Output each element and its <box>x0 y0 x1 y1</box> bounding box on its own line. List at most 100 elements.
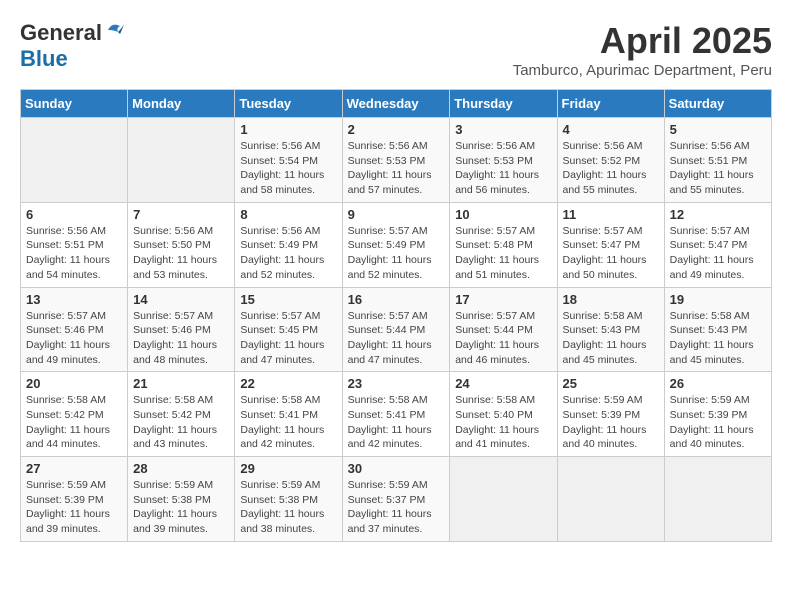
day-number: 28 <box>133 461 229 476</box>
day-number: 3 <box>455 122 551 137</box>
calendar-day-cell: 16 Sunrise: 5:57 AM Sunset: 5:44 PM Dayli… <box>342 287 450 372</box>
calendar-day-cell: 1Sunrise: 5:56 AM Sunset: 5:54 PM Daylig… <box>235 118 342 203</box>
day-info: Sunrise: 5:56 AM Sunset: 5:53 PM Dayligh… <box>348 139 445 198</box>
weekday-header-monday: Monday <box>128 90 235 118</box>
weekday-header-wednesday: Wednesday <box>342 90 450 118</box>
day-info: Sunrise: 5:57 AM Sunset: 5:45 PM Dayligh… <box>240 309 336 368</box>
day-info: Sunrise: 5:56 AM Sunset: 5:49 PM Dayligh… <box>240 224 336 283</box>
day-number: 1 <box>240 122 336 137</box>
calendar-day-cell: 18 Sunrise: 5:58 AM Sunset: 5:43 PM Dayli… <box>557 287 664 372</box>
logo-blue-text: Blue <box>20 46 68 72</box>
calendar-day-cell <box>450 457 557 542</box>
day-info: Sunrise: 5:57 AM Sunset: 5:49 PM Dayligh… <box>348 224 445 283</box>
day-number: 8 <box>240 207 336 222</box>
day-number: 11 <box>563 207 659 222</box>
calendar-day-cell: 19Sunrise: 5:58 AM Sunset: 5:43 PM Dayli… <box>664 287 771 372</box>
weekday-header-thursday: Thursday <box>450 90 557 118</box>
day-info: Sunrise: 5:56 AM Sunset: 5:50 PM Dayligh… <box>133 224 229 283</box>
day-number: 17 <box>455 292 551 307</box>
day-info: Sunrise: 5:57 AM Sunset: 5:44 PM Dayligh… <box>455 309 551 368</box>
day-info: Sunrise: 5:56 AM Sunset: 5:51 PM Dayligh… <box>670 139 766 198</box>
calendar-week-row: 13 Sunrise: 5:57 AM Sunset: 5:46 PM Dayli… <box>21 287 772 372</box>
calendar-day-cell: 2 Sunrise: 5:56 AM Sunset: 5:53 PM Daylig… <box>342 118 450 203</box>
day-number: 2 <box>348 122 445 137</box>
day-info: Sunrise: 5:56 AM Sunset: 5:52 PM Dayligh… <box>563 139 659 198</box>
calendar-day-cell <box>664 457 771 542</box>
calendar-day-cell: 13Sunrise: 5:57 AM Sunset: 5:46 PM Dayli… <box>21 287 128 372</box>
calendar-day-cell: 20 Sunrise: 5:58 AM Sunset: 5:42 PM Dayli… <box>21 372 128 457</box>
day-info: Sunrise: 5:57 AM Sunset: 5:44 PM Dayligh… <box>348 309 445 368</box>
calendar-day-cell: 3 Sunrise: 5:56 AM Sunset: 5:53 PM Daylig… <box>450 118 557 203</box>
calendar-day-cell: 23 Sunrise: 5:58 AM Sunset: 5:41 PM Dayli… <box>342 372 450 457</box>
day-number: 7 <box>133 207 229 222</box>
calendar-day-cell: 5 Sunrise: 5:56 AM Sunset: 5:51 PM Daylig… <box>664 118 771 203</box>
day-info: Sunrise: 5:59 AM Sunset: 5:39 PM Dayligh… <box>563 393 659 452</box>
logo: General Blue <box>20 20 126 72</box>
calendar-day-cell: 27Sunrise: 5:59 AM Sunset: 5:39 PM Dayli… <box>21 457 128 542</box>
day-number: 27 <box>26 461 122 476</box>
calendar-day-cell: 28 Sunrise: 5:59 AM Sunset: 5:38 PM Dayli… <box>128 457 235 542</box>
calendar-day-cell: 11 Sunrise: 5:57 AM Sunset: 5:47 PM Dayli… <box>557 202 664 287</box>
calendar-day-cell: 17 Sunrise: 5:57 AM Sunset: 5:44 PM Dayli… <box>450 287 557 372</box>
calendar-table: SundayMondayTuesdayWednesdayThursdayFrid… <box>20 89 772 542</box>
title-block: April 2025 Tamburco, Apurimac Department… <box>513 20 772 79</box>
day-number: 24 <box>455 376 551 391</box>
day-number: 18 <box>563 292 659 307</box>
day-number: 14 <box>133 292 229 307</box>
day-number: 6 <box>26 207 122 222</box>
calendar-day-cell: 30Sunrise: 5:59 AM Sunset: 5:37 PM Dayli… <box>342 457 450 542</box>
weekday-header-friday: Friday <box>557 90 664 118</box>
day-info: Sunrise: 5:58 AM Sunset: 5:40 PM Dayligh… <box>455 393 551 452</box>
weekday-header-row: SundayMondayTuesdayWednesdayThursdayFrid… <box>21 90 772 118</box>
day-number: 21 <box>133 376 229 391</box>
day-info: Sunrise: 5:58 AM Sunset: 5:41 PM Dayligh… <box>240 393 336 452</box>
logo-bird-icon <box>104 20 126 42</box>
day-info: Sunrise: 5:59 AM Sunset: 5:38 PM Dayligh… <box>240 478 336 537</box>
calendar-day-cell: 14 Sunrise: 5:57 AM Sunset: 5:46 PM Dayli… <box>128 287 235 372</box>
day-info: Sunrise: 5:57 AM Sunset: 5:47 PM Dayligh… <box>563 224 659 283</box>
calendar-day-cell: 9 Sunrise: 5:57 AM Sunset: 5:49 PM Daylig… <box>342 202 450 287</box>
day-info: Sunrise: 5:57 AM Sunset: 5:47 PM Dayligh… <box>670 224 766 283</box>
day-info: Sunrise: 5:56 AM Sunset: 5:51 PM Dayligh… <box>26 224 122 283</box>
day-number: 13 <box>26 292 122 307</box>
calendar-day-cell: 26Sunrise: 5:59 AM Sunset: 5:39 PM Dayli… <box>664 372 771 457</box>
weekday-header-saturday: Saturday <box>664 90 771 118</box>
day-number: 10 <box>455 207 551 222</box>
weekday-header-tuesday: Tuesday <box>235 90 342 118</box>
day-info: Sunrise: 5:57 AM Sunset: 5:48 PM Dayligh… <box>455 224 551 283</box>
day-number: 19 <box>670 292 766 307</box>
day-number: 29 <box>240 461 336 476</box>
calendar-week-row: 27Sunrise: 5:59 AM Sunset: 5:39 PM Dayli… <box>21 457 772 542</box>
day-info: Sunrise: 5:58 AM Sunset: 5:42 PM Dayligh… <box>26 393 122 452</box>
page-header: General Blue April 2025 Tamburco, Apurim… <box>20 20 772 79</box>
day-number: 5 <box>670 122 766 137</box>
day-info: Sunrise: 5:58 AM Sunset: 5:43 PM Dayligh… <box>563 309 659 368</box>
weekday-header-sunday: Sunday <box>21 90 128 118</box>
calendar-week-row: 20 Sunrise: 5:58 AM Sunset: 5:42 PM Dayli… <box>21 372 772 457</box>
calendar-subtitle: Tamburco, Apurimac Department, Peru <box>513 62 772 79</box>
day-number: 9 <box>348 207 445 222</box>
calendar-day-cell: 12 Sunrise: 5:57 AM Sunset: 5:47 PM Dayli… <box>664 202 771 287</box>
day-number: 26 <box>670 376 766 391</box>
calendar-day-cell: 7 Sunrise: 5:56 AM Sunset: 5:50 PM Daylig… <box>128 202 235 287</box>
logo-general-text: General <box>20 20 102 46</box>
day-number: 20 <box>26 376 122 391</box>
day-number: 16 <box>348 292 445 307</box>
calendar-day-cell: 22Sunrise: 5:58 AM Sunset: 5:41 PM Dayli… <box>235 372 342 457</box>
calendar-day-cell: 24 Sunrise: 5:58 AM Sunset: 5:40 PM Dayli… <box>450 372 557 457</box>
calendar-day-cell: 10 Sunrise: 5:57 AM Sunset: 5:48 PM Dayli… <box>450 202 557 287</box>
calendar-day-cell <box>21 118 128 203</box>
calendar-day-cell: 25Sunrise: 5:59 AM Sunset: 5:39 PM Dayli… <box>557 372 664 457</box>
day-info: Sunrise: 5:59 AM Sunset: 5:38 PM Dayligh… <box>133 478 229 537</box>
calendar-day-cell: 15Sunrise: 5:57 AM Sunset: 5:45 PM Dayli… <box>235 287 342 372</box>
day-info: Sunrise: 5:58 AM Sunset: 5:42 PM Dayligh… <box>133 393 229 452</box>
calendar-day-cell: 4Sunrise: 5:56 AM Sunset: 5:52 PM Daylig… <box>557 118 664 203</box>
day-info: Sunrise: 5:57 AM Sunset: 5:46 PM Dayligh… <box>133 309 229 368</box>
day-number: 12 <box>670 207 766 222</box>
day-info: Sunrise: 5:59 AM Sunset: 5:37 PM Dayligh… <box>348 478 445 537</box>
day-info: Sunrise: 5:56 AM Sunset: 5:53 PM Dayligh… <box>455 139 551 198</box>
calendar-day-cell <box>557 457 664 542</box>
day-info: Sunrise: 5:58 AM Sunset: 5:41 PM Dayligh… <box>348 393 445 452</box>
day-number: 23 <box>348 376 445 391</box>
calendar-week-row: 6 Sunrise: 5:56 AM Sunset: 5:51 PM Daylig… <box>21 202 772 287</box>
